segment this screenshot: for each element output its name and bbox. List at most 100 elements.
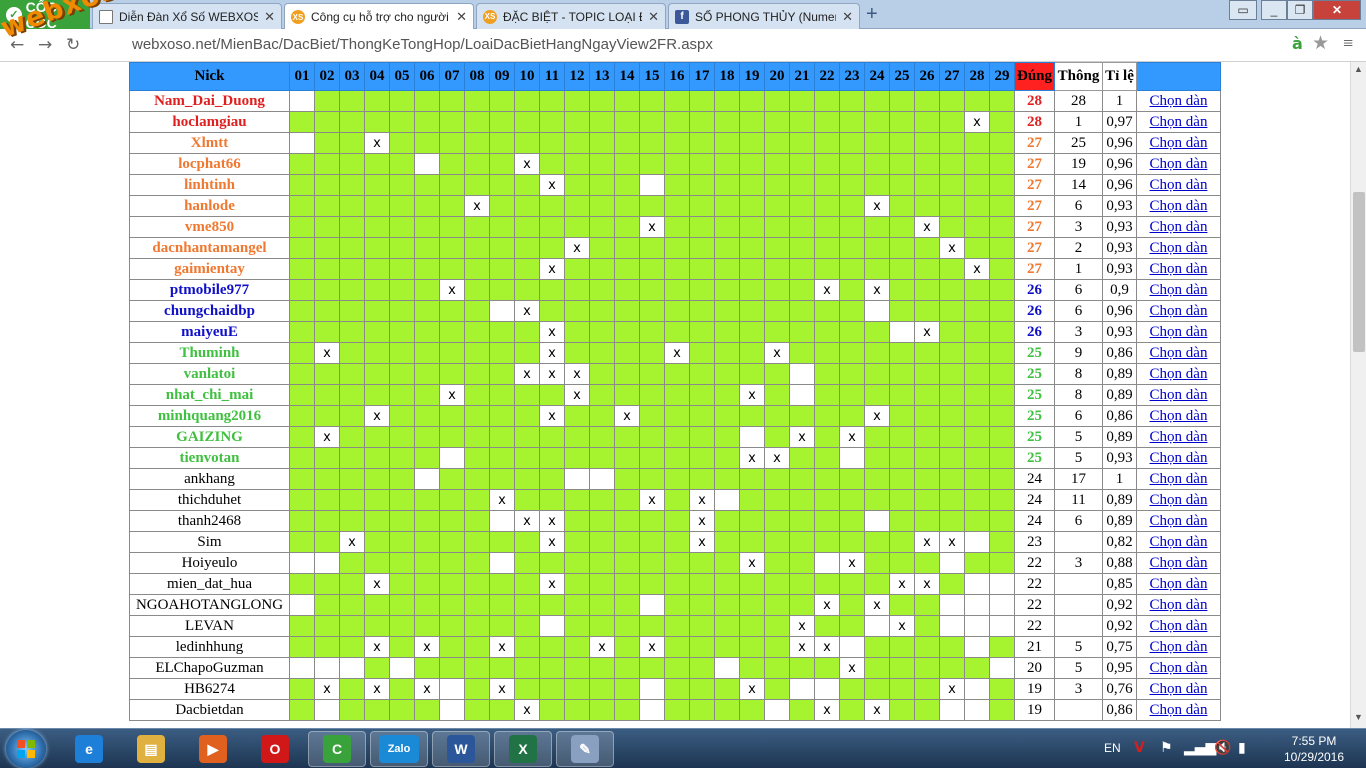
antivirus-icon[interactable]: V <box>1134 740 1145 756</box>
tab-tools[interactable]: XS Công cụ hỗ trợ cho người chơi ✕ <box>284 3 474 30</box>
tab-phong-thuy[interactable]: f SỐ PHONG THỦY (Numerolo ✕ <box>668 3 860 29</box>
close-icon[interactable]: ✕ <box>264 9 275 25</box>
chon-dan-link[interactable]: Chọn dàn <box>1150 576 1208 592</box>
tab-forum[interactable]: Diễn Đàn Xổ Số WEBXOSO.NET ✕ <box>92 3 282 29</box>
chon-dan-link[interactable]: Chọn dàn <box>1150 702 1208 718</box>
day-cell-hit <box>839 573 865 595</box>
chon-dan-link[interactable]: Chọn dàn <box>1150 156 1208 172</box>
close-icon[interactable]: ✕ <box>842 9 853 25</box>
tile-cell: 0,89 <box>1102 426 1137 448</box>
language-indicator[interactable]: EN <box>1104 741 1121 755</box>
chon-dan-link[interactable]: Chọn dàn <box>1150 534 1208 550</box>
scroll-up-icon[interactable]: ▲ <box>1354 64 1363 74</box>
chon-dan-link[interactable]: Chọn dàn <box>1150 345 1208 361</box>
scroll-down-icon[interactable]: ▼ <box>1354 712 1363 722</box>
day-cell-hit <box>764 615 790 637</box>
paint-taskbar-button[interactable]: ✎ <box>556 731 614 767</box>
table-row: hanlode x x 27 6 0,93 Chọn dàn <box>129 195 1221 217</box>
chon-dan-link[interactable]: Chọn dàn <box>1150 93 1208 109</box>
chon-dan-link[interactable]: Chọn dàn <box>1150 261 1208 277</box>
chon-dan-link[interactable]: Chọn dàn <box>1150 408 1208 424</box>
thong-cell: 1 <box>1054 258 1103 280</box>
forward-icon[interactable]: → <box>38 35 52 55</box>
close-window-button[interactable]: ✕ <box>1313 0 1361 20</box>
chon-dan-link[interactable]: Chọn dàn <box>1150 555 1208 571</box>
flag-tray-icon[interactable]: ⚑ <box>1160 740 1173 756</box>
chon-dan-link[interactable]: Chọn dàn <box>1150 114 1208 130</box>
chon-dan-link[interactable]: Chọn dàn <box>1150 135 1208 151</box>
chon-dan-link[interactable]: Chọn dàn <box>1150 429 1208 445</box>
zalo-taskbar-button[interactable]: Zalo <box>370 731 428 767</box>
column-header-day: 21 <box>789 62 815 91</box>
translate-icon[interactable]: à <box>1292 34 1303 53</box>
battery-icon[interactable]: ▮ <box>1238 740 1246 756</box>
new-tab-button[interactable]: + <box>866 4 884 24</box>
media-player-taskbar-button[interactable]: ▶ <box>184 731 242 767</box>
day-cell-hit <box>414 384 440 406</box>
chon-dan-link[interactable]: Chọn dàn <box>1150 240 1208 256</box>
browser-menu-icon[interactable]: ≡ <box>1343 33 1353 54</box>
chon-dan-link[interactable]: Chọn dàn <box>1150 639 1208 655</box>
chon-dan-link[interactable]: Chọn dàn <box>1150 513 1208 529</box>
chon-dan-link[interactable]: Chọn dàn <box>1150 492 1208 508</box>
column-header-day: 17 <box>689 62 715 91</box>
chon-dan-link[interactable]: Chọn dàn <box>1150 387 1208 403</box>
day-cell-miss: x <box>314 426 340 448</box>
volume-icon[interactable]: 🔇 <box>1214 740 1231 756</box>
maximize-button[interactable]: ❐ <box>1287 0 1313 20</box>
file-explorer-taskbar-button[interactable]: ▤ <box>122 731 180 767</box>
panel-button[interactable]: ▭ <box>1229 0 1257 20</box>
day-cell-miss: x <box>364 405 390 427</box>
day-cell-hit <box>289 405 315 427</box>
chon-dan-link[interactable]: Chọn dàn <box>1150 282 1208 298</box>
chon-dan-link[interactable]: Chọn dàn <box>1150 303 1208 319</box>
network-icon[interactable]: ▂▄▆ <box>1184 740 1216 756</box>
day-cell-hit <box>389 468 415 490</box>
day-cell-miss: x <box>739 447 765 469</box>
chon-dan-link[interactable]: Chọn dàn <box>1150 471 1208 487</box>
chon-dan-link[interactable]: Chọn dàn <box>1150 450 1208 466</box>
close-icon[interactable]: ✕ <box>648 9 659 25</box>
ie-taskbar-button[interactable]: e <box>60 731 118 767</box>
tab-dac-biet[interactable]: XS ĐẶC BIỆT - TOPIC LOẠI ĐÁ ✕ <box>476 3 666 29</box>
day-cell-hit <box>964 552 990 574</box>
chon-dan-link[interactable]: Chọn dàn <box>1150 366 1208 382</box>
day-cell-hit <box>489 699 515 721</box>
day-cell-hit <box>614 510 640 532</box>
day-cell-hit <box>714 678 740 700</box>
day-cell-hit <box>839 90 865 112</box>
chon-dan-link[interactable]: Chọn dàn <box>1150 660 1208 676</box>
day-cell-hit <box>614 195 640 217</box>
url-input[interactable]: webxoso.net/MienBac/DacBiet/ThongKeTongH… <box>96 34 1276 56</box>
close-icon[interactable]: ✕ <box>456 9 467 25</box>
day-cell-hit <box>589 384 615 406</box>
vertical-scrollbar[interactable]: ▲ ▼ <box>1350 62 1366 728</box>
scroll-thumb[interactable] <box>1353 192 1365 352</box>
chon-dan-link[interactable]: Chọn dàn <box>1150 618 1208 634</box>
nick-cell: vme850 <box>129 216 290 238</box>
chon-dan-link[interactable]: Chọn dàn <box>1150 324 1208 340</box>
day-cell-hit <box>589 426 615 448</box>
day-cell-hit <box>289 321 315 343</box>
start-button[interactable] <box>6 730 46 768</box>
day-cell-hit <box>689 300 715 322</box>
chon-dan-link[interactable]: Chọn dàn <box>1150 219 1208 235</box>
day-cell-hit <box>664 657 690 679</box>
chon-dan-link[interactable]: Chọn dàn <box>1150 681 1208 697</box>
system-clock[interactable]: 7:55 PM 10/29/2016 <box>1274 733 1354 765</box>
chon-dan-link[interactable]: Chọn dàn <box>1150 177 1208 193</box>
day-cell-hit <box>439 426 465 448</box>
opera-taskbar-button[interactable]: O <box>246 731 304 767</box>
coccoc-taskbar-button[interactable]: C <box>308 731 366 767</box>
minimize-button[interactable]: _ <box>1261 0 1287 20</box>
excel-taskbar-button[interactable]: X <box>494 731 552 767</box>
day-cell-hit <box>314 258 340 280</box>
day-cell-hit <box>564 552 590 574</box>
day-cell-miss: x <box>539 573 565 595</box>
reload-icon[interactable]: ↻ <box>66 35 80 55</box>
word-taskbar-button[interactable]: W <box>432 731 490 767</box>
chon-dan-link[interactable]: Chọn dàn <box>1150 597 1208 613</box>
column-header-day: 02 <box>314 62 340 91</box>
chon-dan-link[interactable]: Chọn dàn <box>1150 198 1208 214</box>
bookmark-star-icon[interactable]: ★ <box>1312 32 1329 55</box>
